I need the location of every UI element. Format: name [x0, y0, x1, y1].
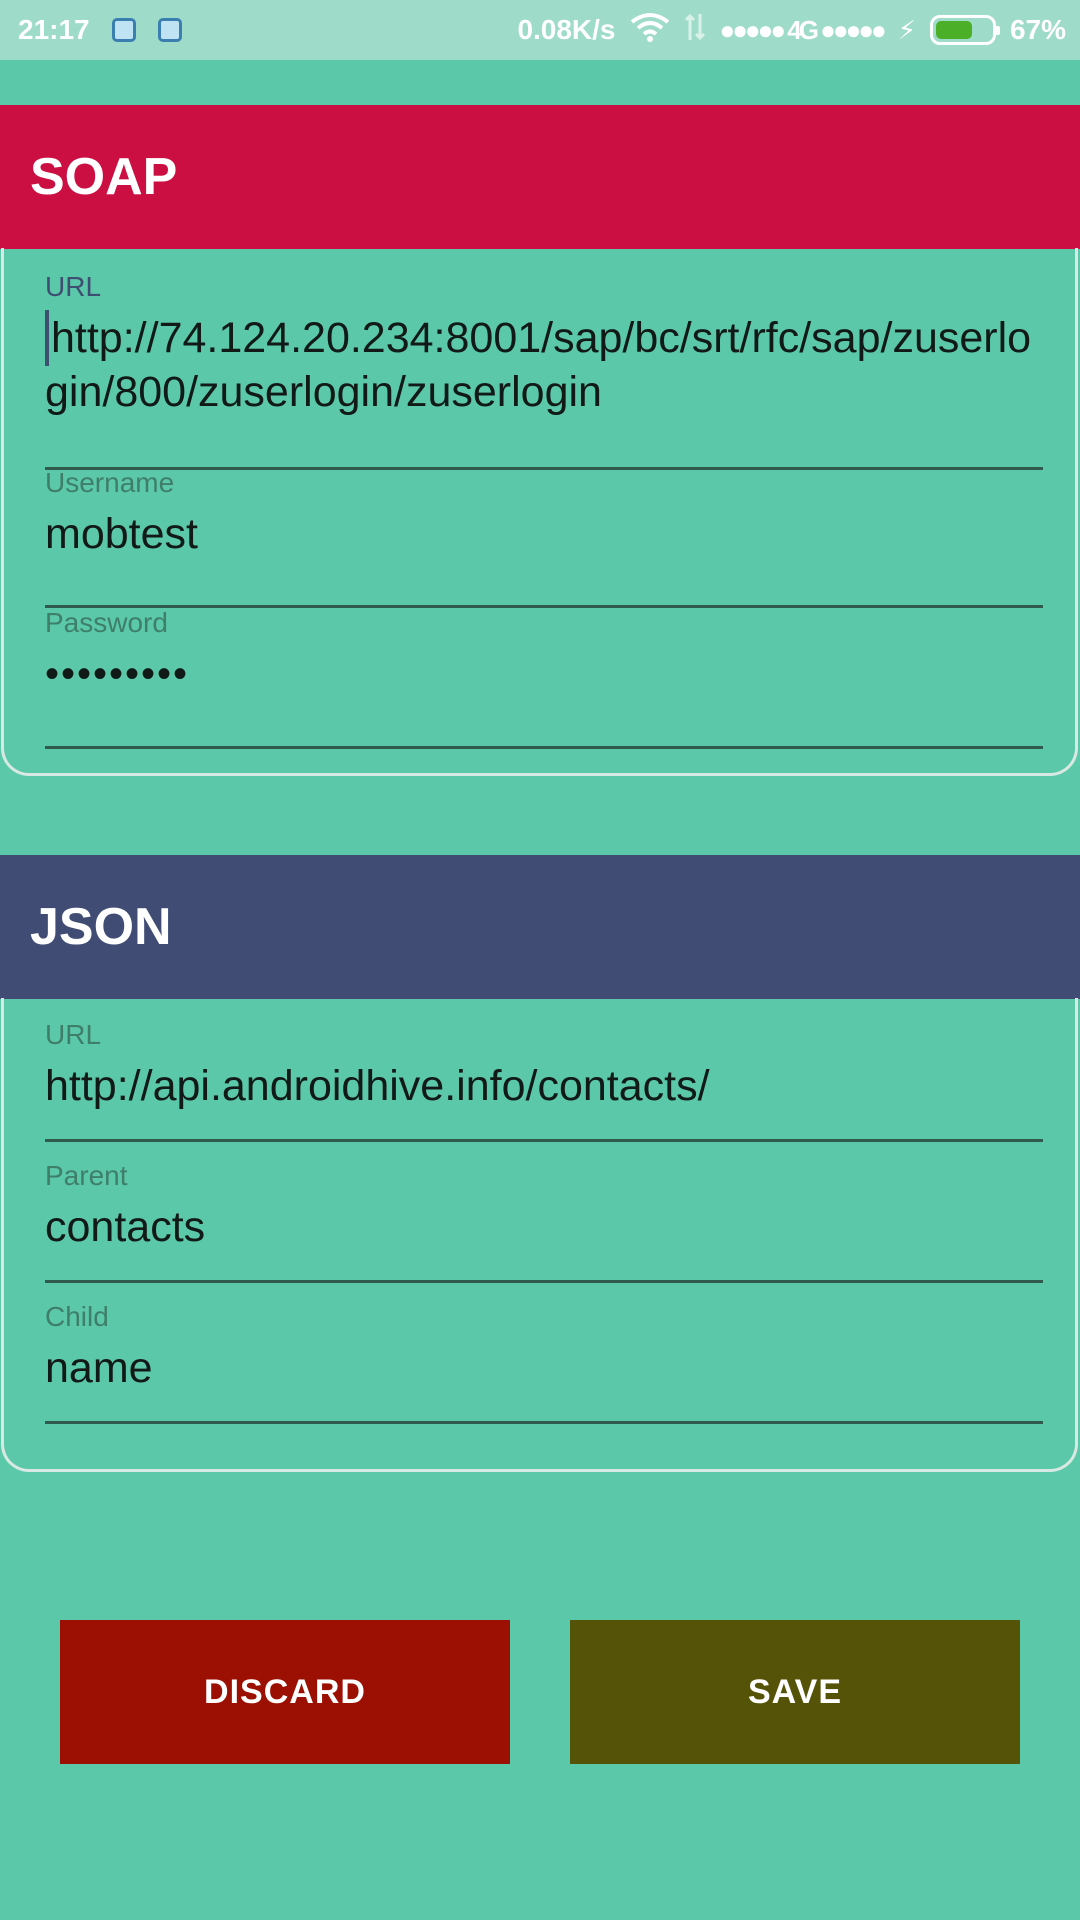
soap-card: URL http://74.124.20.234:8001/sap/bc/srt…	[1, 248, 1078, 776]
battery-icon	[929, 15, 1000, 45]
json-url-underline	[45, 1139, 1043, 1142]
soap-url-field[interactable]: URL http://74.124.20.234:8001/sap/bc/srt…	[45, 270, 1043, 470]
discard-button[interactable]: DISCARD	[60, 1620, 510, 1764]
notification-icon	[111, 18, 136, 42]
soap-username-input[interactable]: mobtest	[45, 508, 1043, 561]
soap-url-input[interactable]: http://74.124.20.234:8001/sap/bc/srt/rfc…	[45, 309, 1043, 419]
notification-icon	[157, 18, 182, 42]
json-card: URL http://api.androidhive.info/contacts…	[1, 998, 1078, 1472]
json-title: JSON	[30, 898, 172, 956]
battery-percent: 67%	[1009, 14, 1066, 45]
json-parent-label: Parent	[45, 1160, 128, 1191]
cell-signal: ●●●●● 4G ●●●●●	[719, 14, 887, 45]
json-section-header: JSON	[0, 855, 1080, 999]
soap-password-underline	[45, 746, 1043, 749]
json-url-input[interactable]: http://api.androidhive.info/contacts/	[45, 1060, 1043, 1113]
soap-password-input[interactable]: •••••••••	[45, 648, 1043, 701]
json-parent-input[interactable]: contacts	[45, 1201, 1043, 1254]
text-cursor	[45, 309, 49, 366]
soap-url-label: URL	[45, 271, 102, 302]
soap-section-header: SOAP	[0, 105, 1080, 249]
json-child-label: Child	[45, 1301, 109, 1332]
json-child-underline	[45, 1421, 1043, 1424]
soap-username-field[interactable]: Username mobtest	[45, 466, 1043, 608]
clock: 21:17	[18, 14, 90, 45]
soap-username-label: Username	[45, 467, 175, 498]
soap-url-value: http://74.124.20.234:8001/sap/bc/srt/rfc…	[45, 314, 1032, 416]
soap-title: SOAP	[30, 148, 178, 206]
wifi-icon	[630, 12, 670, 49]
json-parent-underline	[45, 1280, 1043, 1283]
charging-bolt-icon: ⚡	[897, 14, 916, 45]
save-button[interactable]: SAVE	[570, 1620, 1020, 1764]
status-bar: 21:17 0.08K/s ●●●●● 4G ●●●●● ⚡ 67%	[0, 0, 1080, 60]
data-arrows-icon	[684, 12, 706, 49]
soap-password-field[interactable]: Password •••••••••	[45, 606, 1043, 749]
json-parent-field[interactable]: Parent contacts	[45, 1159, 1043, 1283]
network-speed: 0.08K/s	[517, 14, 616, 45]
json-url-label: URL	[45, 1019, 102, 1050]
battery-level	[935, 21, 973, 39]
soap-password-label: Password	[45, 607, 168, 638]
json-child-input[interactable]: name	[45, 1342, 1043, 1395]
json-url-field[interactable]: URL http://api.androidhive.info/contacts…	[45, 1018, 1043, 1142]
json-child-field[interactable]: Child name	[45, 1300, 1043, 1424]
